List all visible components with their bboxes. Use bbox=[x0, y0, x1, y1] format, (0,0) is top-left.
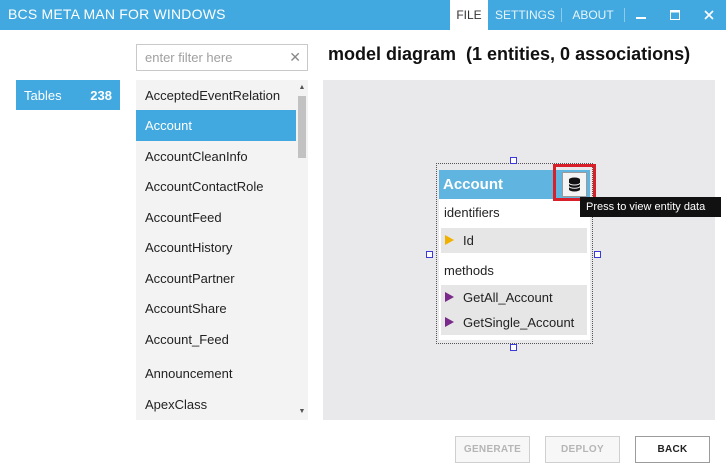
entity-list: AcceptedEventRelation Account AccountCle… bbox=[136, 80, 308, 420]
list-item[interactable]: AccountCleanInfo bbox=[136, 141, 296, 172]
generate-button[interactable]: GENERATE bbox=[455, 436, 530, 463]
close-icon bbox=[704, 10, 714, 20]
tab-about[interactable]: ABOUT bbox=[566, 0, 620, 30]
identifiers-label: identifiers bbox=[444, 205, 500, 220]
resize-handle[interactable] bbox=[510, 157, 517, 164]
menu-separator bbox=[561, 8, 562, 22]
scroll-thumb[interactable] bbox=[298, 96, 306, 158]
resize-handle[interactable] bbox=[510, 344, 517, 351]
list-scrollbar[interactable]: ▲ ▼ bbox=[296, 80, 308, 420]
list-item[interactable]: AccountContactRole bbox=[136, 171, 296, 202]
tables-label: Tables bbox=[24, 88, 62, 103]
identifier-row[interactable]: Id bbox=[441, 228, 587, 253]
maximize-button[interactable] bbox=[660, 0, 690, 30]
resize-handle[interactable] bbox=[426, 251, 433, 258]
minimize-button[interactable] bbox=[626, 0, 656, 30]
minimize-icon bbox=[636, 17, 646, 19]
list-item[interactable]: AccountShare bbox=[136, 293, 296, 324]
app-title: BCS META MAN FOR WINDOWS bbox=[8, 6, 226, 22]
methods-label: methods bbox=[444, 263, 494, 278]
scroll-up-icon[interactable]: ▲ bbox=[296, 82, 308, 94]
menu-separator bbox=[624, 8, 625, 22]
list-item[interactable]: AccountFeed bbox=[136, 202, 296, 233]
method-name: GetAll_Account bbox=[463, 290, 553, 305]
title-bar: BCS META MAN FOR WINDOWS FILE SETTINGS A… bbox=[0, 0, 726, 30]
diagram-title: model diagram (1 entities, 0 association… bbox=[328, 44, 691, 64]
close-button[interactable] bbox=[694, 0, 724, 30]
maximize-icon bbox=[670, 10, 680, 20]
list-item[interactable]: AcceptedEventRelation bbox=[136, 80, 296, 111]
deploy-button[interactable]: DEPLOY bbox=[545, 436, 620, 463]
view-entity-data-button[interactable] bbox=[562, 172, 587, 197]
list-item[interactable]: AccountHistory bbox=[136, 232, 296, 263]
list-item[interactable]: Account_Feed bbox=[136, 324, 296, 355]
tooltip: Press to view entity data bbox=[580, 197, 721, 217]
resize-handle[interactable] bbox=[594, 251, 601, 258]
identifier-name: Id bbox=[463, 233, 474, 248]
method-arrow-icon bbox=[445, 317, 454, 327]
tab-file[interactable]: FILE bbox=[450, 0, 488, 30]
identifier-arrow-icon bbox=[445, 235, 454, 245]
scroll-down-icon[interactable]: ▼ bbox=[296, 406, 308, 418]
method-row[interactable]: GetSingle_Account bbox=[441, 310, 587, 335]
database-icon bbox=[568, 177, 581, 192]
tables-button[interactable]: Tables 238 bbox=[16, 80, 120, 110]
method-row[interactable]: GetAll_Account bbox=[441, 285, 587, 310]
back-button[interactable]: BACK bbox=[635, 436, 710, 463]
method-arrow-icon bbox=[445, 292, 454, 302]
list-item[interactable]: ApexClass bbox=[136, 389, 296, 420]
entity-name: Account bbox=[443, 176, 503, 193]
tab-settings[interactable]: SETTINGS bbox=[494, 0, 556, 30]
list-item[interactable]: AccountPartner bbox=[136, 263, 296, 294]
tables-count: 238 bbox=[90, 88, 112, 103]
filter-input[interactable] bbox=[137, 45, 287, 70]
filter-box: ✕ bbox=[136, 44, 308, 71]
method-name: GetSingle_Account bbox=[463, 315, 575, 330]
list-item[interactable]: Account bbox=[136, 110, 296, 141]
list-item[interactable]: Announcement bbox=[136, 358, 296, 389]
clear-filter-icon[interactable]: ✕ bbox=[289, 49, 301, 66]
